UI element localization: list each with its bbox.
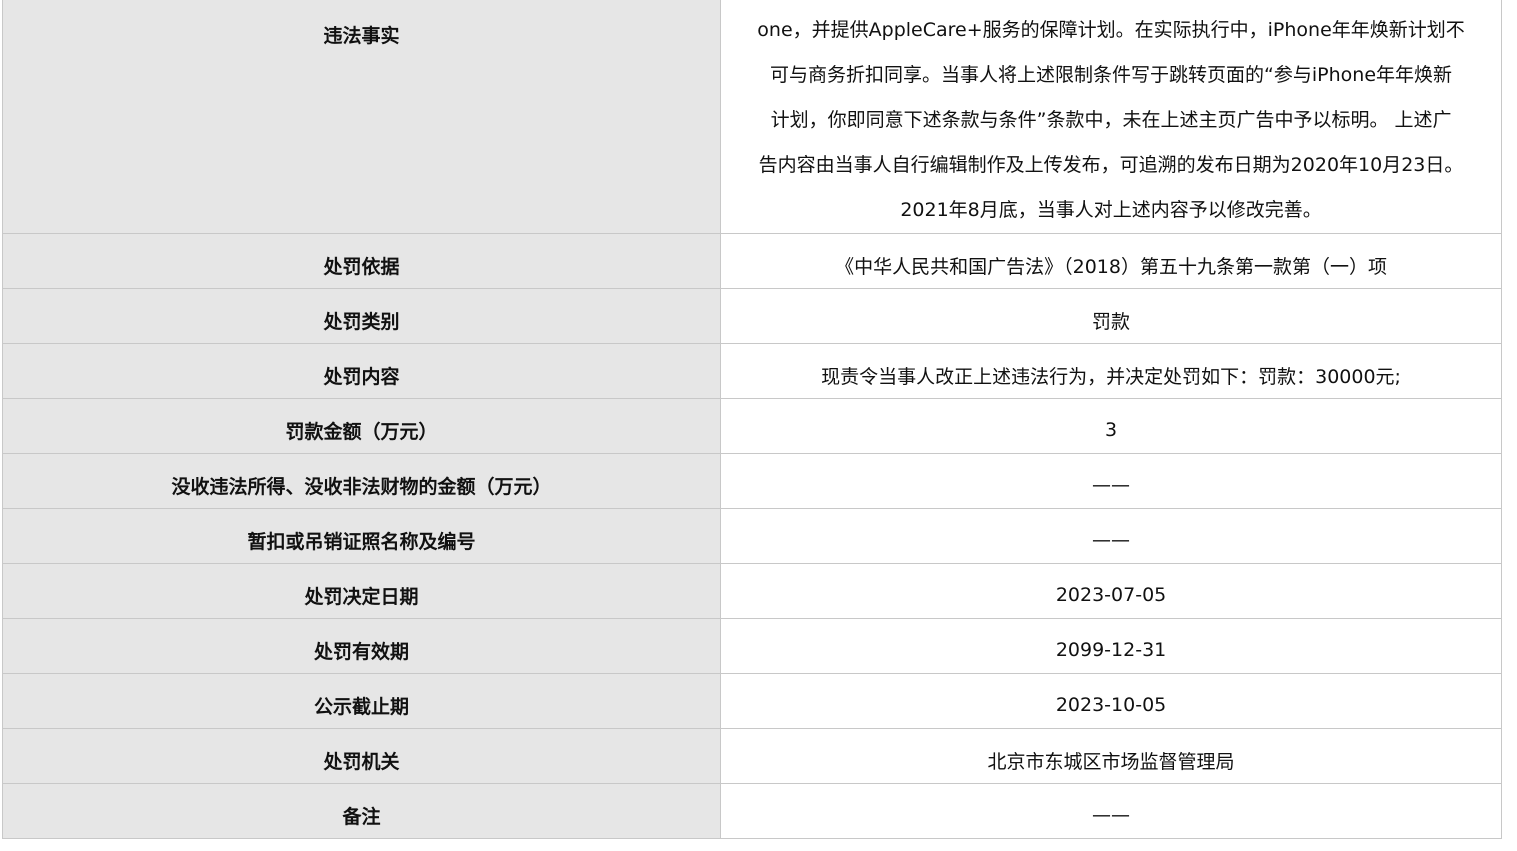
table-row: 处罚有效期 2099-12-31 [3,619,1502,674]
row-value: 北京市东城区市场监督管理局 [721,729,1502,784]
table-row: 没收违法所得、没收非法财物的金额（万元） —— [3,454,1502,509]
label-text: 处罚内容 [324,366,400,388]
row-label: 处罚内容 [3,344,721,399]
table-row: 处罚类别 罚款 [3,289,1502,344]
row-label: 处罚机关 [3,729,721,784]
row-label: 没收违法所得、没收非法财物的金额（万元） [3,454,721,509]
penalty-info-table: 违法事实 one，并提供AppleCare+服务的保障计划。在实际执行中，iPh… [2,0,1502,839]
row-value: 3 [721,399,1502,454]
value-text: 2023-07-05 [1056,584,1166,606]
row-label: 违法事实 [3,0,721,234]
value-text: 罚款 [1092,311,1130,333]
value-text: 《中华人民共和国广告法》（2018）第五十九条第一款第（一）项 [835,256,1387,278]
value-text: 北京市东城区市场监督管理局 [988,751,1235,773]
table-row: 处罚内容 现责令当事人改正上述违法行为，并决定处罚如下：罚款：30000元; [3,344,1502,399]
value-text: —— [1092,529,1130,551]
label-text: 备注 [343,806,381,828]
row-label: 处罚有效期 [3,619,721,674]
value-text: —— [1092,804,1130,826]
label-text: 处罚类别 [324,311,400,333]
row-value: one，并提供AppleCare+服务的保障计划。在实际执行中，iPhone年年… [721,0,1502,234]
value-line: 2021年8月底，当事人对上述内容予以修改完善。 [723,188,1499,233]
table-row: 违法事实 one，并提供AppleCare+服务的保障计划。在实际执行中，iPh… [3,0,1502,234]
row-label: 备注 [3,784,721,839]
row-label: 处罚决定日期 [3,564,721,619]
value-text: 2099-12-31 [1056,639,1166,661]
row-value: 现责令当事人改正上述违法行为，并决定处罚如下：罚款：30000元; [721,344,1502,399]
label-text: 没收违法所得、没收非法财物的金额（万元） [172,476,552,498]
table-row: 公示截止期 2023-10-05 [3,674,1502,729]
label-text: 罚款金额（万元） [286,421,438,443]
row-value: 2099-12-31 [721,619,1502,674]
table-row: 罚款金额（万元） 3 [3,399,1502,454]
value-line: 计划，你即同意下述条款与条件”条款中，未在上述主页广告中予以标明。 上述广 [723,98,1499,143]
row-label: 处罚类别 [3,289,721,344]
row-label: 处罚依据 [3,234,721,289]
value-text: 现责令当事人改正上述违法行为，并决定处罚如下：罚款：30000元; [821,366,1401,388]
label-text: 处罚有效期 [314,641,409,663]
label-text: 处罚机关 [324,751,400,773]
row-value: —— [721,509,1502,564]
table-row: 暂扣或吊销证照名称及编号 —— [3,509,1502,564]
table-row: 备注 —— [3,784,1502,839]
row-label: 暂扣或吊销证照名称及编号 [3,509,721,564]
table-row: 处罚决定日期 2023-07-05 [3,564,1502,619]
label-text: 处罚依据 [324,256,400,278]
row-label: 公示截止期 [3,674,721,729]
row-label: 罚款金额（万元） [3,399,721,454]
table-row: 处罚依据 《中华人民共和国广告法》（2018）第五十九条第一款第（一）项 [3,234,1502,289]
label-text: 公示截止期 [314,696,409,718]
value-text: 2023-10-05 [1056,694,1166,716]
value-text: 3 [1105,419,1117,441]
label-text: 暂扣或吊销证照名称及编号 [248,531,476,553]
row-value: 罚款 [721,289,1502,344]
label-text: 处罚决定日期 [305,586,419,608]
table-row: 处罚机关 北京市东城区市场监督管理局 [3,729,1502,784]
row-value: —— [721,784,1502,839]
value-text: —— [1092,474,1130,496]
value-line: 可与商务折扣同享。当事人将上述限制条件写于跳转页面的“参与iPhone年年焕新 [723,53,1499,98]
value-line: one，并提供AppleCare+服务的保障计划。在实际执行中，iPhone年年… [723,8,1499,53]
row-value: 2023-10-05 [721,674,1502,729]
row-value: 《中华人民共和国广告法》（2018）第五十九条第一款第（一）项 [721,234,1502,289]
row-value: —— [721,454,1502,509]
value-line: 告内容由当事人自行编辑制作及上传发布，可追溯的发布日期为2020年10月23日。 [723,143,1499,188]
label-text: 违法事实 [3,21,720,48]
row-value: 2023-07-05 [721,564,1502,619]
